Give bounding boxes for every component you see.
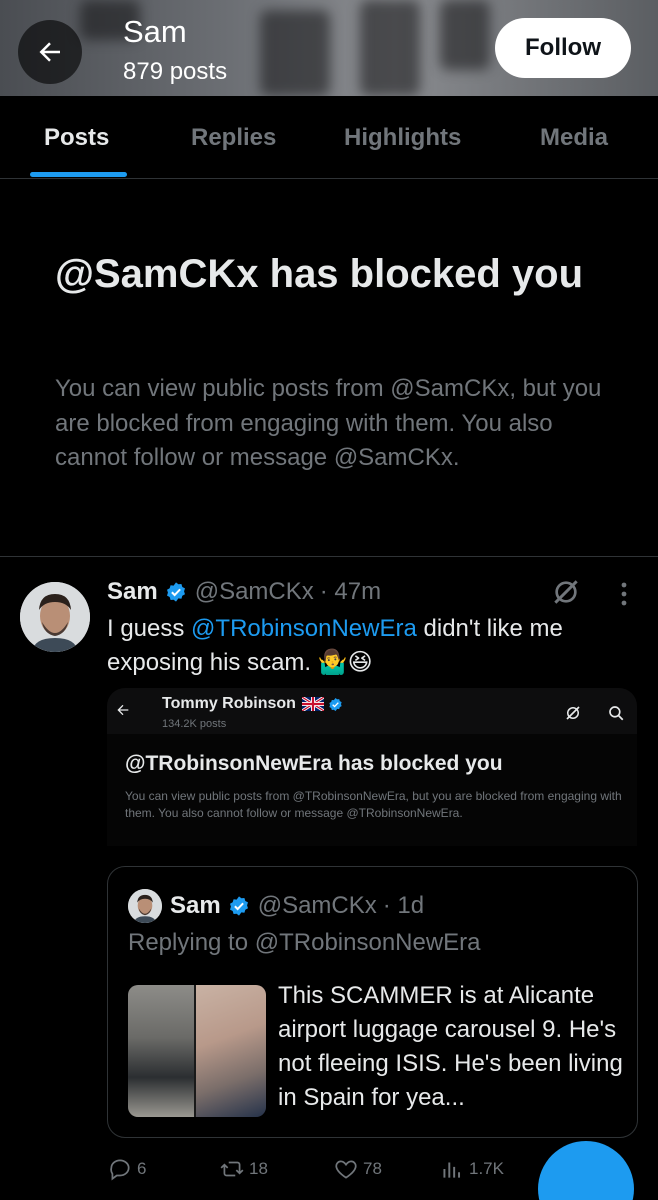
- screenshot-blocked-description: You can view public posts from @TRobinso…: [125, 789, 622, 820]
- analytics-icon: [443, 1162, 461, 1178]
- views-button[interactable]: 1.7K: [439, 1156, 504, 1182]
- screenshot-search-icon: [607, 704, 625, 727]
- profile-header: Sam 879 posts Follow: [0, 0, 658, 96]
- active-tab-indicator: [30, 172, 127, 177]
- repost-icon: [220, 1161, 244, 1177]
- quoted-avatar: [128, 889, 162, 923]
- like-count: 78: [363, 1159, 382, 1178]
- reply-icon: [110, 1159, 130, 1181]
- like-button[interactable]: 78: [333, 1156, 382, 1182]
- screenshot-grok-icon: [564, 704, 582, 727]
- divider: [0, 556, 658, 557]
- quoted-handle: @SamCKx: [257, 892, 377, 919]
- post-text-start: I guess: [107, 615, 192, 642]
- verified-badge-icon: [165, 581, 187, 603]
- profile-tabs: Posts Replies Highlights Media: [0, 96, 658, 179]
- post-handle[interactable]: @SamCKx: [195, 578, 314, 606]
- repost-button[interactable]: 18: [219, 1156, 268, 1182]
- screenshot-post-count: 134.2K posts: [162, 718, 227, 730]
- avatar-photo: [20, 582, 90, 652]
- follow-button[interactable]: Follow: [495, 18, 631, 78]
- quoted-time: · 1d: [382, 892, 425, 919]
- avatar[interactable]: [20, 582, 90, 652]
- blocked-description: You can view public posts from @SamCKx, …: [55, 375, 602, 471]
- quoted-media-thumbnail: [128, 985, 266, 1117]
- screenshot-profile-name: Tommy Robinson: [162, 695, 343, 713]
- post-mention-link[interactable]: @TRobinsonNewEra: [191, 615, 417, 642]
- tab-media[interactable]: Media: [540, 96, 608, 179]
- view-count: 1.7K: [469, 1159, 504, 1178]
- arrow-left-icon: [39, 42, 60, 62]
- repost-count: 18: [249, 1159, 268, 1178]
- tab-replies[interactable]: Replies: [191, 96, 276, 179]
- quoted-media-photo-1: [128, 985, 194, 1117]
- quoted-author-name: Sam: [170, 892, 221, 919]
- more-options-icon[interactable]: [614, 580, 634, 613]
- tab-highlights[interactable]: Highlights: [344, 96, 461, 179]
- screenshot-blocked-title: @TRobinsonNewEra has blocked you: [125, 752, 503, 775]
- tab-posts[interactable]: Posts: [44, 96, 109, 179]
- quoted-post[interactable]: Sam @SamCKx · 1d Replying to @TRobinsonN…: [107, 866, 638, 1138]
- quoted-text: This SCAMMER is at Alicante airport lugg…: [278, 982, 623, 1111]
- quoted-post-header: Sam @SamCKx · 1d: [170, 889, 424, 923]
- quoted-media-photo-2: [196, 985, 266, 1117]
- screenshot-back-icon: [115, 702, 131, 723]
- post-header: Sam @SamCKx · 47m: [107, 576, 381, 608]
- back-button[interactable]: [18, 20, 82, 84]
- grok-icon[interactable]: [550, 576, 582, 613]
- header-name: Sam: [123, 14, 187, 49]
- blocked-title: @SamCKx has blocked you: [55, 252, 584, 296]
- header-post-count: 879 posts: [123, 58, 228, 85]
- quoted-replying-to: Replying to @TRobinsonNewEra: [128, 929, 481, 956]
- screenshot-verified-icon: [328, 697, 343, 712]
- post-text: I guess @TRobinsonNewEra didn't like me …: [107, 612, 627, 680]
- heart-icon: [335, 1160, 357, 1179]
- screenshot-name-text: Tommy Robinson: [162, 695, 296, 712]
- post-image[interactable]: Tommy Robinson 134.2K posts @TRobinsonNe…: [107, 688, 637, 846]
- reply-button[interactable]: 6: [107, 1156, 146, 1182]
- post-time: · 47m: [319, 578, 382, 605]
- uk-flag-icon: [301, 697, 324, 711]
- reply-count: 6: [137, 1159, 147, 1178]
- post-author-name[interactable]: Sam: [107, 578, 158, 606]
- quoted-verified-badge-icon: [228, 895, 250, 917]
